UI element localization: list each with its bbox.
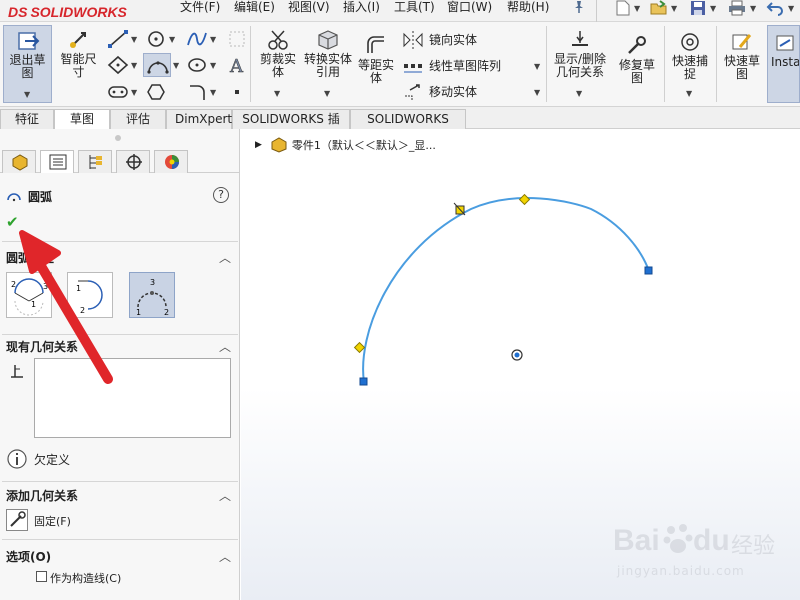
move-entities-icon[interactable]: [402, 82, 424, 102]
tab-solidworks-mbd[interactable]: SOLIDWORKS MBD: [350, 109, 466, 144]
info-icon: [7, 449, 27, 469]
menu-view[interactable]: 视图(V): [288, 0, 330, 14]
construction-checkbox[interactable]: [36, 571, 47, 582]
menu-tools[interactable]: 工具(T): [394, 0, 435, 14]
arc-end-endpoint[interactable]: [644, 266, 653, 275]
move-entities-label[interactable]: 移动实体: [429, 85, 477, 99]
collapse-add-relations-icon[interactable]: ︿: [219, 487, 231, 504]
point-icon[interactable]: [226, 82, 248, 102]
exit-sketch-icon: [18, 32, 40, 50]
rapid-sketch-label: 快速草图: [723, 54, 760, 81]
quick-snaps-label: 快速捕捉: [671, 54, 708, 81]
relations-icon: [572, 31, 588, 46]
menu-help[interactable]: 帮助(H): [507, 0, 549, 14]
sketch-ribbon: 退出草图 ▼ 智能尺寸 ▼ ▼ ▼ ▼ ▼ ▼ A ▼ ▼ 剪裁实体 ▼ 转换实…: [0, 22, 800, 107]
line-icon[interactable]: [107, 29, 129, 49]
offset-entities-button[interactable]: 等距实体: [354, 25, 398, 103]
construction-label: 作为构造线(C): [50, 572, 122, 585]
baidu-jingyan-watermark: Bai du 经验 jingyan.baidu.com: [613, 524, 776, 578]
arc-start-endpoint[interactable]: [359, 377, 368, 386]
graphics-area[interactable]: ▶ 零件1（默认＜＜默认＞_显... Bai du 经验 jingyan.bai…: [241, 129, 800, 600]
collapse-options-icon[interactable]: ︿: [219, 548, 231, 565]
menu-window[interactable]: 窗口(W): [447, 0, 492, 14]
pin-icon[interactable]: [570, 0, 588, 17]
options-heading: 选项(O): [6, 550, 52, 564]
baidu-paw-icon: [663, 524, 693, 553]
circle-icon[interactable]: [145, 29, 167, 49]
fix-relation-button[interactable]: [6, 509, 28, 531]
tab-sketch[interactable]: 草图: [54, 109, 110, 129]
undo-icon[interactable]: [766, 0, 784, 17]
annotation-arrow: [19, 230, 113, 384]
text-icon[interactable]: A: [226, 55, 248, 75]
instant2d-label: Instant2D: [771, 55, 800, 69]
exit-sketch-button[interactable]: 退出草图 ▼: [3, 25, 52, 103]
repair-sketch-button[interactable]: 修复草图: [614, 25, 660, 103]
tab-features[interactable]: 特征: [0, 109, 54, 129]
title-menu-bar: DS SOLIDWORKS 文件(F) 编辑(E) 视图(V) 插入(I) 工具…: [0, 0, 800, 22]
quick-snaps-icon: [681, 33, 699, 51]
command-manager-tabs: 特征 草图 评估 DimXpert SOLIDWORKS 插件 SOLIDWOR…: [0, 107, 800, 144]
menu-file[interactable]: 文件(F): [180, 0, 220, 14]
midpoint-marker[interactable]: [353, 341, 366, 354]
offset-icon: [367, 36, 384, 53]
add-relations-heading: 添加几何关系: [6, 489, 79, 503]
smart-dimension-label: 智能尺寸: [60, 52, 97, 79]
print-icon[interactable]: [728, 0, 746, 17]
convert-entities-icon: [318, 30, 338, 50]
trim-label: 剪裁实体: [259, 52, 296, 79]
plane-icon[interactable]: [226, 29, 248, 49]
midpoint-marker[interactable]: [518, 193, 531, 206]
new-document-icon[interactable]: [614, 0, 632, 17]
divider: [2, 481, 238, 482]
solidworks-logo[interactable]: DS SOLIDWORKS: [8, 1, 150, 22]
mirror-icon[interactable]: [402, 30, 424, 50]
show-delete-relations-button[interactable]: 显示/删除几何关系 ▼: [550, 25, 610, 103]
show-relations-label: 显示/删除几何关系: [553, 52, 607, 79]
spline-icon[interactable]: [186, 29, 208, 49]
rapid-sketch-icon: [732, 34, 752, 50]
tab-evaluate[interactable]: 评估: [110, 109, 166, 129]
smart-dimension-icon: [70, 32, 86, 48]
quick-snaps-button[interactable]: 快速捕捉 ▼: [668, 25, 712, 103]
repair-sketch-icon: [628, 36, 646, 54]
open-icon[interactable]: [650, 0, 668, 17]
linear-pattern-icon[interactable]: [402, 56, 424, 76]
trim-icon: [268, 30, 288, 50]
rapid-sketch-button[interactable]: 快速草图: [720, 25, 764, 103]
smart-dimension-button[interactable]: 智能尺寸: [56, 25, 101, 103]
linear-pattern-label[interactable]: 线性草图阵列: [429, 59, 501, 73]
polygon-icon[interactable]: [145, 82, 167, 102]
convert-entities-button[interactable]: 转换实体引用 ▼: [304, 25, 352, 103]
menu-insert[interactable]: 插入(I): [343, 0, 380, 14]
save-icon[interactable]: [689, 0, 707, 17]
definition-status: 欠定义: [34, 453, 71, 467]
svg-text:A: A: [229, 56, 244, 75]
property-manager-panel: 圆弧 ? ✔ 圆弧类型 ︿ 231 12 312 现有几何关系 ︿ 欠定义 添加…: [0, 129, 240, 600]
three-point-arc-icon: [147, 61, 169, 74]
divider: [2, 539, 238, 540]
fix-relation-icon: [10, 511, 26, 527]
trim-entities-button[interactable]: 剪裁实体 ▼: [255, 25, 301, 103]
rectangle-icon[interactable]: [107, 55, 129, 75]
tab-solidworks-addins[interactable]: SOLIDWORKS 插件: [232, 109, 350, 144]
slot-icon[interactable]: [107, 82, 129, 102]
fix-relation-label: 固定(F): [34, 515, 71, 528]
repair-sketch-label: 修复草图: [618, 58, 655, 85]
mirror-label[interactable]: 镜向实体: [429, 33, 477, 47]
sketch-arc[interactable]: [362, 197, 650, 383]
fillet-icon[interactable]: [186, 82, 208, 102]
convert-label: 转换实体引用: [304, 52, 353, 79]
offset-label: 等距实体: [357, 58, 394, 85]
slot-ellipse-icon[interactable]: [186, 55, 208, 75]
instant2d-icon: [776, 35, 794, 51]
tab-dimxpert[interactable]: DimXpert: [166, 109, 232, 129]
exit-sketch-label: 退出草图: [9, 53, 46, 80]
menu-edit[interactable]: 编辑(E): [234, 0, 275, 14]
instant2d-button[interactable]: Instant2D: [767, 25, 800, 103]
arc-tool-button[interactable]: [143, 53, 171, 77]
